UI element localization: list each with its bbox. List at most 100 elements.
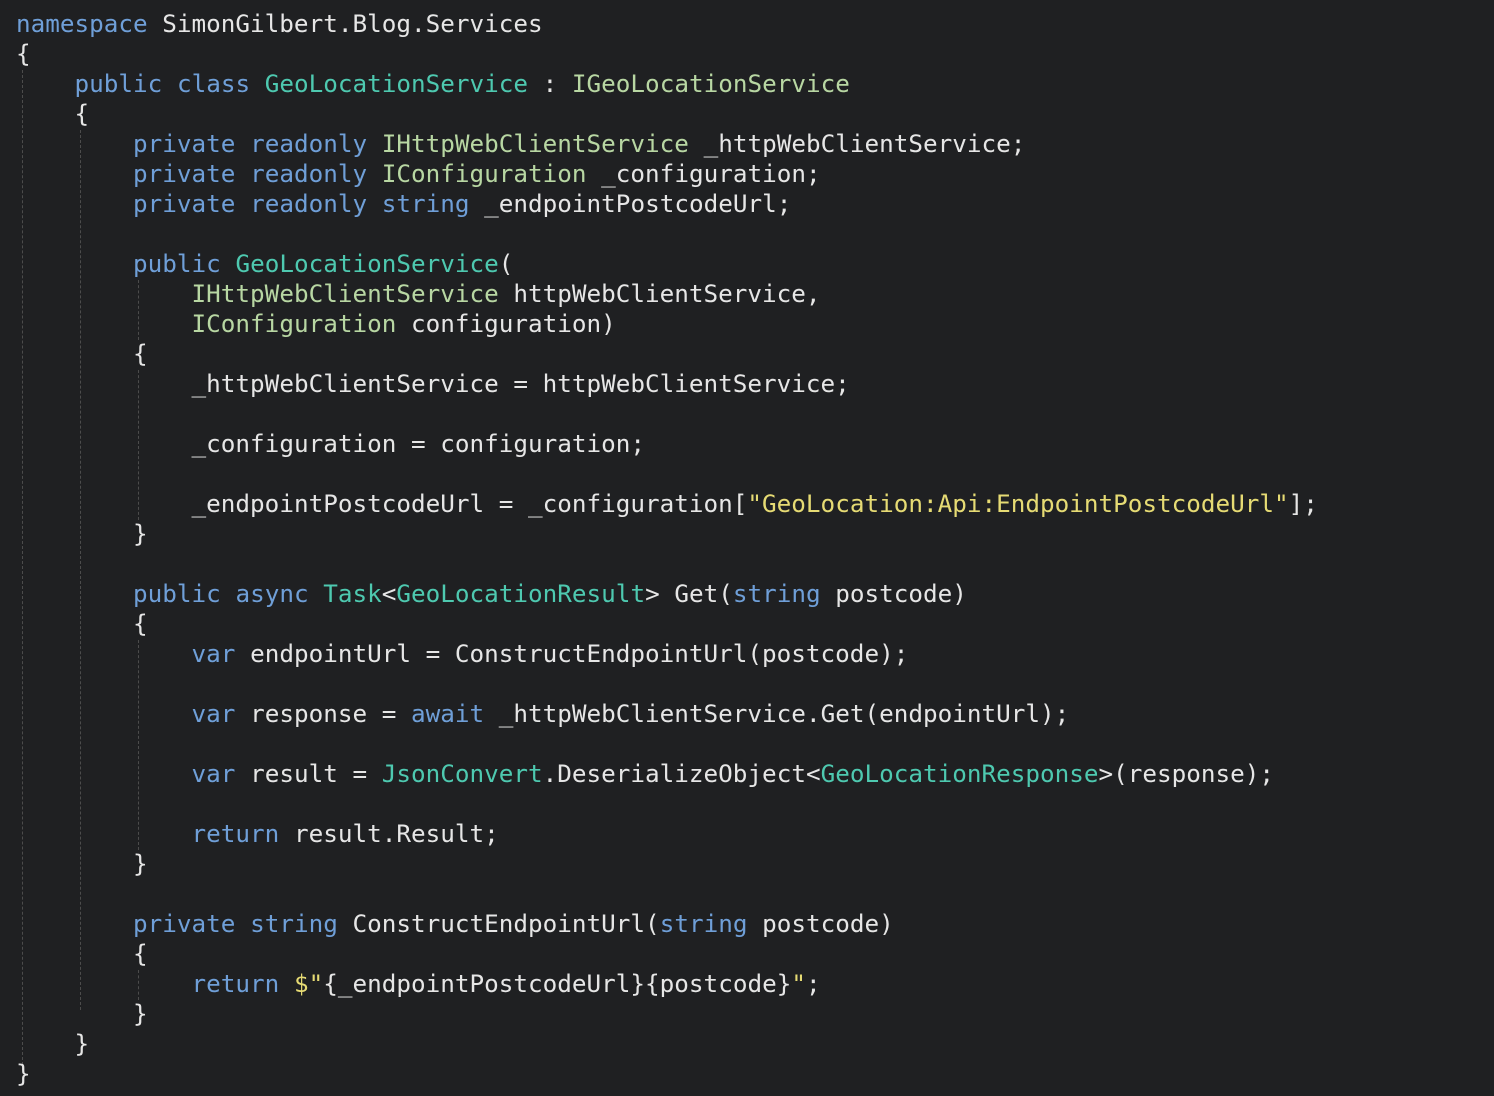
code-token: IGeoLocationService <box>571 69 850 98</box>
code-token: async <box>235 579 309 608</box>
code-token: "GeoLocation:Api:EndpointPostcodeUrl" <box>747 489 1289 518</box>
code-token: SimonGilbert.Blog.Services <box>147 9 543 38</box>
code-token: _httpWebClientService; <box>688 129 1026 158</box>
code-line[interactable]: } <box>16 1029 90 1059</box>
code-token: httpWebClientService, <box>498 279 821 308</box>
code-token: public <box>74 69 163 98</box>
code-line[interactable]: } <box>16 1059 31 1089</box>
code-token: class <box>176 69 251 98</box>
code-line[interactable]: IHttpWebClientService httpWebClientServi… <box>16 279 821 309</box>
code-token: { <box>74 99 90 128</box>
code-token: return <box>191 969 280 998</box>
code-line[interactable]: return result.Result; <box>16 819 499 849</box>
code-token: { <box>133 939 148 968</box>
code-token: readonly <box>250 189 368 218</box>
code-line[interactable]: _configuration = configuration; <box>16 429 645 459</box>
code-token: private <box>133 189 236 218</box>
code-line[interactable]: _endpointPostcodeUrl = _configuration["G… <box>16 489 1318 519</box>
code-token: } <box>133 519 148 548</box>
code-token: private <box>133 159 236 188</box>
code-line[interactable]: private readonly string _endpointPostcod… <box>16 189 791 219</box>
code-line[interactable]: namespace SimonGilbert.Blog.Services <box>16 9 543 39</box>
code-line[interactable]: private readonly IHttpWebClientService _… <box>16 129 1025 159</box>
code-line[interactable]: public async Task<GeoLocationResult> Get… <box>16 579 967 609</box>
code-token: var <box>191 759 236 788</box>
code-line[interactable]: private readonly IConfiguration _configu… <box>16 159 821 189</box>
code-token: private <box>133 909 236 938</box>
code-line[interactable]: var endpointUrl = ConstructEndpointUrl(p… <box>16 639 909 669</box>
code-line[interactable]: _httpWebClientService = httpWebClientSer… <box>16 369 850 399</box>
code-token: string <box>732 579 821 608</box>
code-token: public <box>133 579 221 608</box>
code-line[interactable]: var response = await _httpWebClientServi… <box>16 699 1070 729</box>
code-token: namespace <box>16 9 148 38</box>
code-line[interactable]: { <box>16 609 148 639</box>
code-line[interactable]: { <box>16 39 31 69</box>
code-token: } <box>133 849 148 878</box>
code-token: " <box>791 969 806 998</box>
code-token: await <box>410 699 485 728</box>
code-line[interactable]: var result = JsonConvert.DeserializeObje… <box>16 759 1275 789</box>
code-token: result = <box>235 759 382 788</box>
code-line[interactable]: { <box>16 99 90 129</box>
code-line[interactable]: private string ConstructEndpointUrl(stri… <box>16 909 894 939</box>
code-token: var <box>191 639 236 668</box>
code-line[interactable]: IConfiguration configuration) <box>16 309 616 339</box>
code-line[interactable]: } <box>16 519 148 549</box>
code-token: return <box>191 819 280 848</box>
code-token: JsonConvert <box>381 759 543 788</box>
code-editor[interactable]: namespace SimonGilbert.Blog.Services{ pu… <box>0 0 1494 1096</box>
code-line[interactable]: public GeoLocationService( <box>16 249 513 279</box>
code-token: IConfiguration <box>191 309 397 338</box>
code-token: : <box>528 69 572 98</box>
code-line[interactable]: } <box>16 849 148 879</box>
code-token: $" <box>293 969 324 998</box>
code-token: string <box>250 909 338 938</box>
code-line[interactable]: { <box>16 339 148 369</box>
code-token: { <box>133 609 148 638</box>
code-token: response = <box>235 699 411 728</box>
code-token: _endpointPostcodeUrl = _configuration[ <box>191 489 748 518</box>
code-token: IHttpWebClientService <box>191 279 499 308</box>
code-token: postcode) <box>747 909 894 938</box>
code-token: postcode) <box>820 579 967 608</box>
code-token: Task <box>323 579 382 608</box>
code-token: configuration) <box>396 309 616 338</box>
code-line[interactable]: { <box>16 939 148 969</box>
code-token: GeoLocationResponse <box>820 759 1099 788</box>
code-token: GeoLocationService <box>235 249 499 278</box>
code-token: result.Result; <box>279 819 499 848</box>
code-line[interactable]: return $"{_endpointPostcodeUrl}{postcode… <box>16 969 821 999</box>
code-token: ( <box>498 249 514 278</box>
code-line[interactable]: } <box>16 999 148 1029</box>
code-token: endpointUrl = ConstructEndpointUrl(postc… <box>235 639 909 668</box>
code-line[interactable]: public class GeoLocationService : IGeoLo… <box>16 69 850 99</box>
code-token: _httpWebClientService.Get(endpointUrl); <box>484 699 1070 728</box>
code-token: public <box>133 249 221 278</box>
code-token: var <box>191 699 236 728</box>
